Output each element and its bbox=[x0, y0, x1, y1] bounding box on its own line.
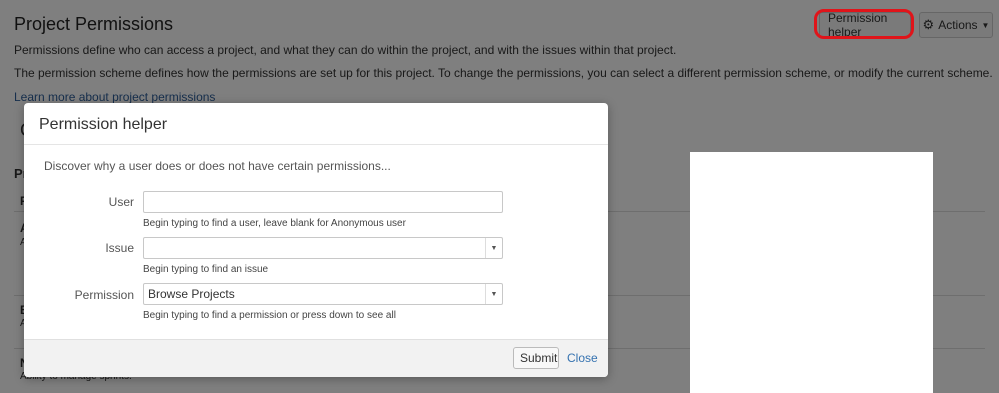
blank-panel bbox=[690, 152, 933, 393]
permission-picker[interactable]: Browse Projects ▼ bbox=[143, 283, 503, 305]
dialog-title: Permission helper bbox=[39, 116, 168, 133]
dialog-header: Permission helper bbox=[24, 103, 608, 145]
submit-button[interactable]: Submit bbox=[513, 347, 559, 369]
user-input[interactable] bbox=[143, 191, 503, 213]
issue-label: Issue bbox=[105, 241, 134, 255]
permission-value: Browse Projects bbox=[148, 287, 235, 301]
dropdown-arrow-icon[interactable]: ▼ bbox=[485, 284, 502, 304]
dialog-footer: Submit Close bbox=[24, 339, 608, 377]
dialog-intro: Discover why a user does or does not hav… bbox=[44, 159, 391, 173]
permission-hint: Begin typing to find a permission or pre… bbox=[143, 310, 396, 321]
user-hint: Begin typing to find a user, leave blank… bbox=[143, 218, 406, 229]
issue-hint: Begin typing to find an issue bbox=[143, 264, 269, 275]
permission-label: Permission bbox=[74, 288, 134, 302]
permission-helper-dialog: Permission helper Discover why a user do… bbox=[24, 103, 608, 377]
user-label: User bbox=[108, 195, 134, 209]
close-link[interactable]: Close bbox=[567, 351, 598, 365]
issue-picker[interactable]: ▼ bbox=[143, 237, 503, 259]
dropdown-arrow-icon[interactable]: ▼ bbox=[485, 238, 502, 258]
